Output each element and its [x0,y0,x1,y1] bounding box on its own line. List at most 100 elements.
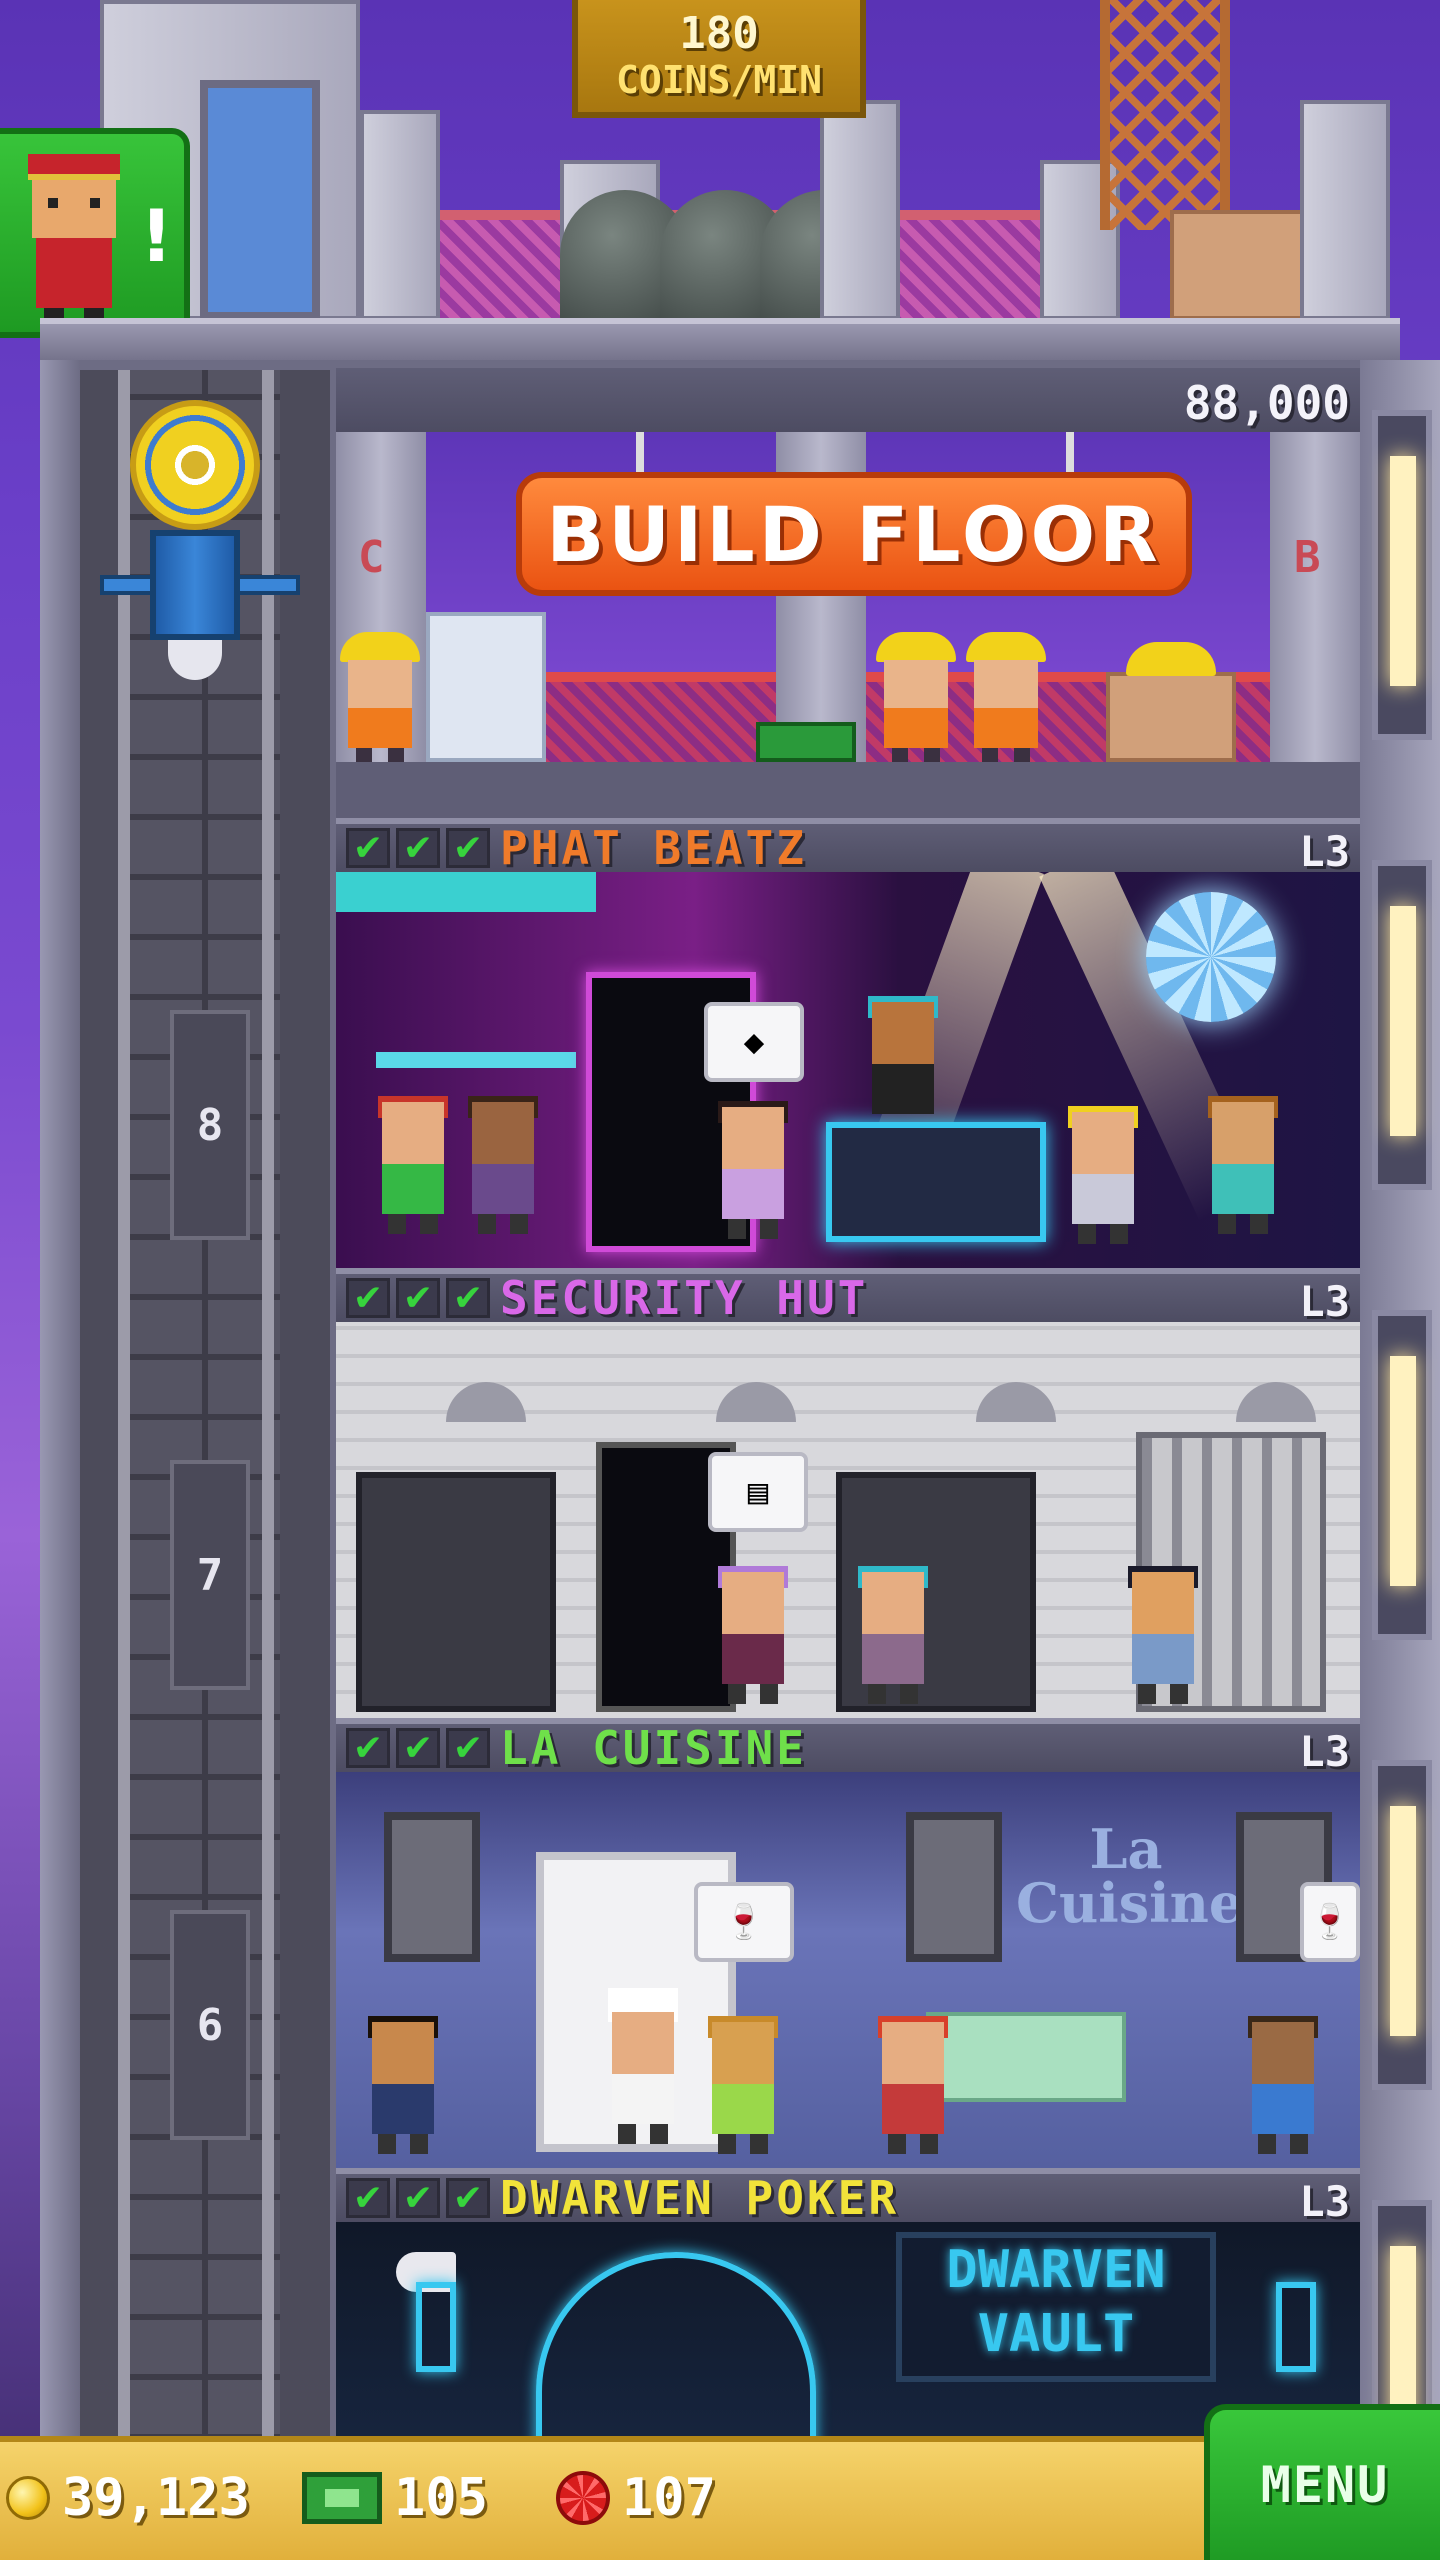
build-floor-slot: 88,000 C B BUILD FLOOR [336,368,1360,818]
vault-sign-line-1: DWARVEN [946,2240,1166,2300]
check-icon: ✔ [396,1728,440,1769]
room-la-cuisine: La Cuisine 🍷 🍷 [336,1772,1360,2168]
chips-value: 107 [622,2468,716,2528]
tower-left-wall [40,360,80,2440]
check-icon: ✔ [346,828,390,869]
ceiling-lamp [716,1382,796,1422]
check-icon: ✔ [446,1728,490,1769]
elevator-floor-6[interactable]: 6 [170,1910,250,2140]
toolbox [756,722,856,762]
floor-security-hut[interactable]: ✔ ✔ ✔ SECURITY HUT L3 ▤ [336,1268,1360,1718]
build-pillar [1270,432,1360,762]
check-icon: ✔ [446,1278,490,1319]
tower-window [1372,2200,1432,2476]
floor-level: L3 [1299,2176,1350,2226]
wine-bubble-icon: 🍷 [694,1882,794,1962]
cuisine-sign-line-2: Cuisine [1016,1871,1244,1935]
floor-header: ✔ ✔ ✔ LA CUISINE L3 [336,1718,1360,1776]
coin-icon [6,2476,50,2520]
room-phat-beatz: ◆ [336,872,1360,1268]
construction-site: C B BUILD FLOOR [336,432,1360,818]
floor-phat-beatz[interactable]: ✔ ✔ ✔ PHAT BEATZ L3 ◆ [336,818,1360,1268]
vault-sign: DWARVEN VAULT [896,2232,1216,2382]
construction-worker [966,632,1046,762]
build-cost: 88,000 [1183,376,1350,430]
elevator-floor-7[interactable]: 7 [170,1460,250,1690]
bux-counter[interactable]: 105 [302,2456,488,2540]
construction-worker [340,632,420,762]
room-security-hut: ▤ [336,1322,1360,1718]
build-floor-button[interactable]: BUILD FLOOR [516,472,1192,596]
construction-worker [876,632,956,762]
star-rating: ✔ ✔ ✔ [346,1728,490,1769]
tower-window [1372,410,1432,740]
floor-name: DWARVEN POKER [500,2171,900,2225]
check-icon: ✔ [446,828,490,869]
menu-button[interactable]: MENU [1204,2404,1440,2560]
coins-per-min-label: COINS/MIN [616,58,822,102]
bux-icon [302,2472,382,2524]
painting [906,1812,1002,1962]
bar-counter [376,1052,576,1068]
floor-name: LA CUISINE [500,1721,807,1775]
floor-header: ✔ ✔ ✔ PHAT BEATZ L3 [336,818,1360,876]
elevator-wheel-icon [130,400,260,530]
check-icon: ✔ [396,2178,440,2219]
music-bubble-icon: ◆ [704,1002,804,1082]
tower-window [1372,1310,1432,1640]
coins-per-min-value: 180 [679,8,759,59]
construction-glass-pane [426,612,546,762]
check-icon: ✔ [346,2178,390,2219]
roof-pillar [360,110,440,320]
chips-counter[interactable]: 107 [556,2456,716,2540]
ceiling-lamp [976,1382,1056,1422]
cuisine-sign: La Cuisine [1016,1822,1244,1935]
vault-arch [536,2252,816,2436]
disco-ball-icon [1146,892,1276,1022]
roof-ledge [40,318,1400,366]
coins-value: 39,123 [62,2468,250,2528]
room-dwarven-poker: DWARVEN VAULT [336,2222,1360,2436]
bellhop-eyes [48,198,100,208]
roof-door [200,80,320,320]
wine-bubble-icon: 🍷 [1300,1882,1360,1962]
poker-chip-icon [556,2471,610,2525]
check-icon: ✔ [446,2178,490,2219]
build-sign-left: C [358,532,385,583]
check-icon: ✔ [346,1728,390,1769]
dining-table [926,2012,1126,2102]
floor-level: L3 [1299,1276,1350,1326]
build-sign-right: B [1294,532,1321,583]
check-icon: ✔ [346,1278,390,1319]
ceiling-lamp [446,1382,526,1422]
check-icon: ✔ [396,1278,440,1319]
dj-booth [826,1122,1046,1242]
floor-name: SECURITY HUT [500,1271,869,1325]
elevator-car[interactable] [100,400,300,690]
tower-window [1372,1760,1432,2090]
check-icon: ✔ [396,828,440,869]
painting [384,1812,480,1962]
elevator-floor-8[interactable]: 8 [170,1010,250,1240]
star-rating: ✔ ✔ ✔ [346,2178,490,2219]
neon-lamp [1276,2282,1316,2372]
elevator-bottom [168,640,222,680]
floor-la-cuisine[interactable]: ✔ ✔ ✔ LA CUISINE L3 La Cuisine 🍷 🍷 [336,1718,1360,2168]
ceiling-lamp [1236,1382,1316,1422]
build-floor-header: 88,000 [336,368,1360,432]
floor-header: ✔ ✔ ✔ SECURITY HUT L3 [336,1268,1360,1326]
coins-per-min-badge: 180 COINS/MIN [572,0,866,118]
star-rating: ✔ ✔ ✔ [346,828,490,869]
roof-pillar [1300,100,1390,320]
crane [1100,0,1230,230]
bellhop-button[interactable]: ! [0,128,190,338]
monitor-wall [356,1472,556,1712]
bux-value: 105 [394,2468,488,2528]
tower-window [1372,860,1432,1190]
floor-level: L3 [1299,826,1350,876]
bellhop-hat [28,154,120,180]
vault-sign-line-2: VAULT [977,2304,1135,2364]
floor-level: L3 [1299,1726,1350,1776]
floor-dwarven-poker[interactable]: ✔ ✔ ✔ DWARVEN POKER L3 DWARVEN VAULT [336,2168,1360,2436]
sign-hanger [636,432,644,472]
